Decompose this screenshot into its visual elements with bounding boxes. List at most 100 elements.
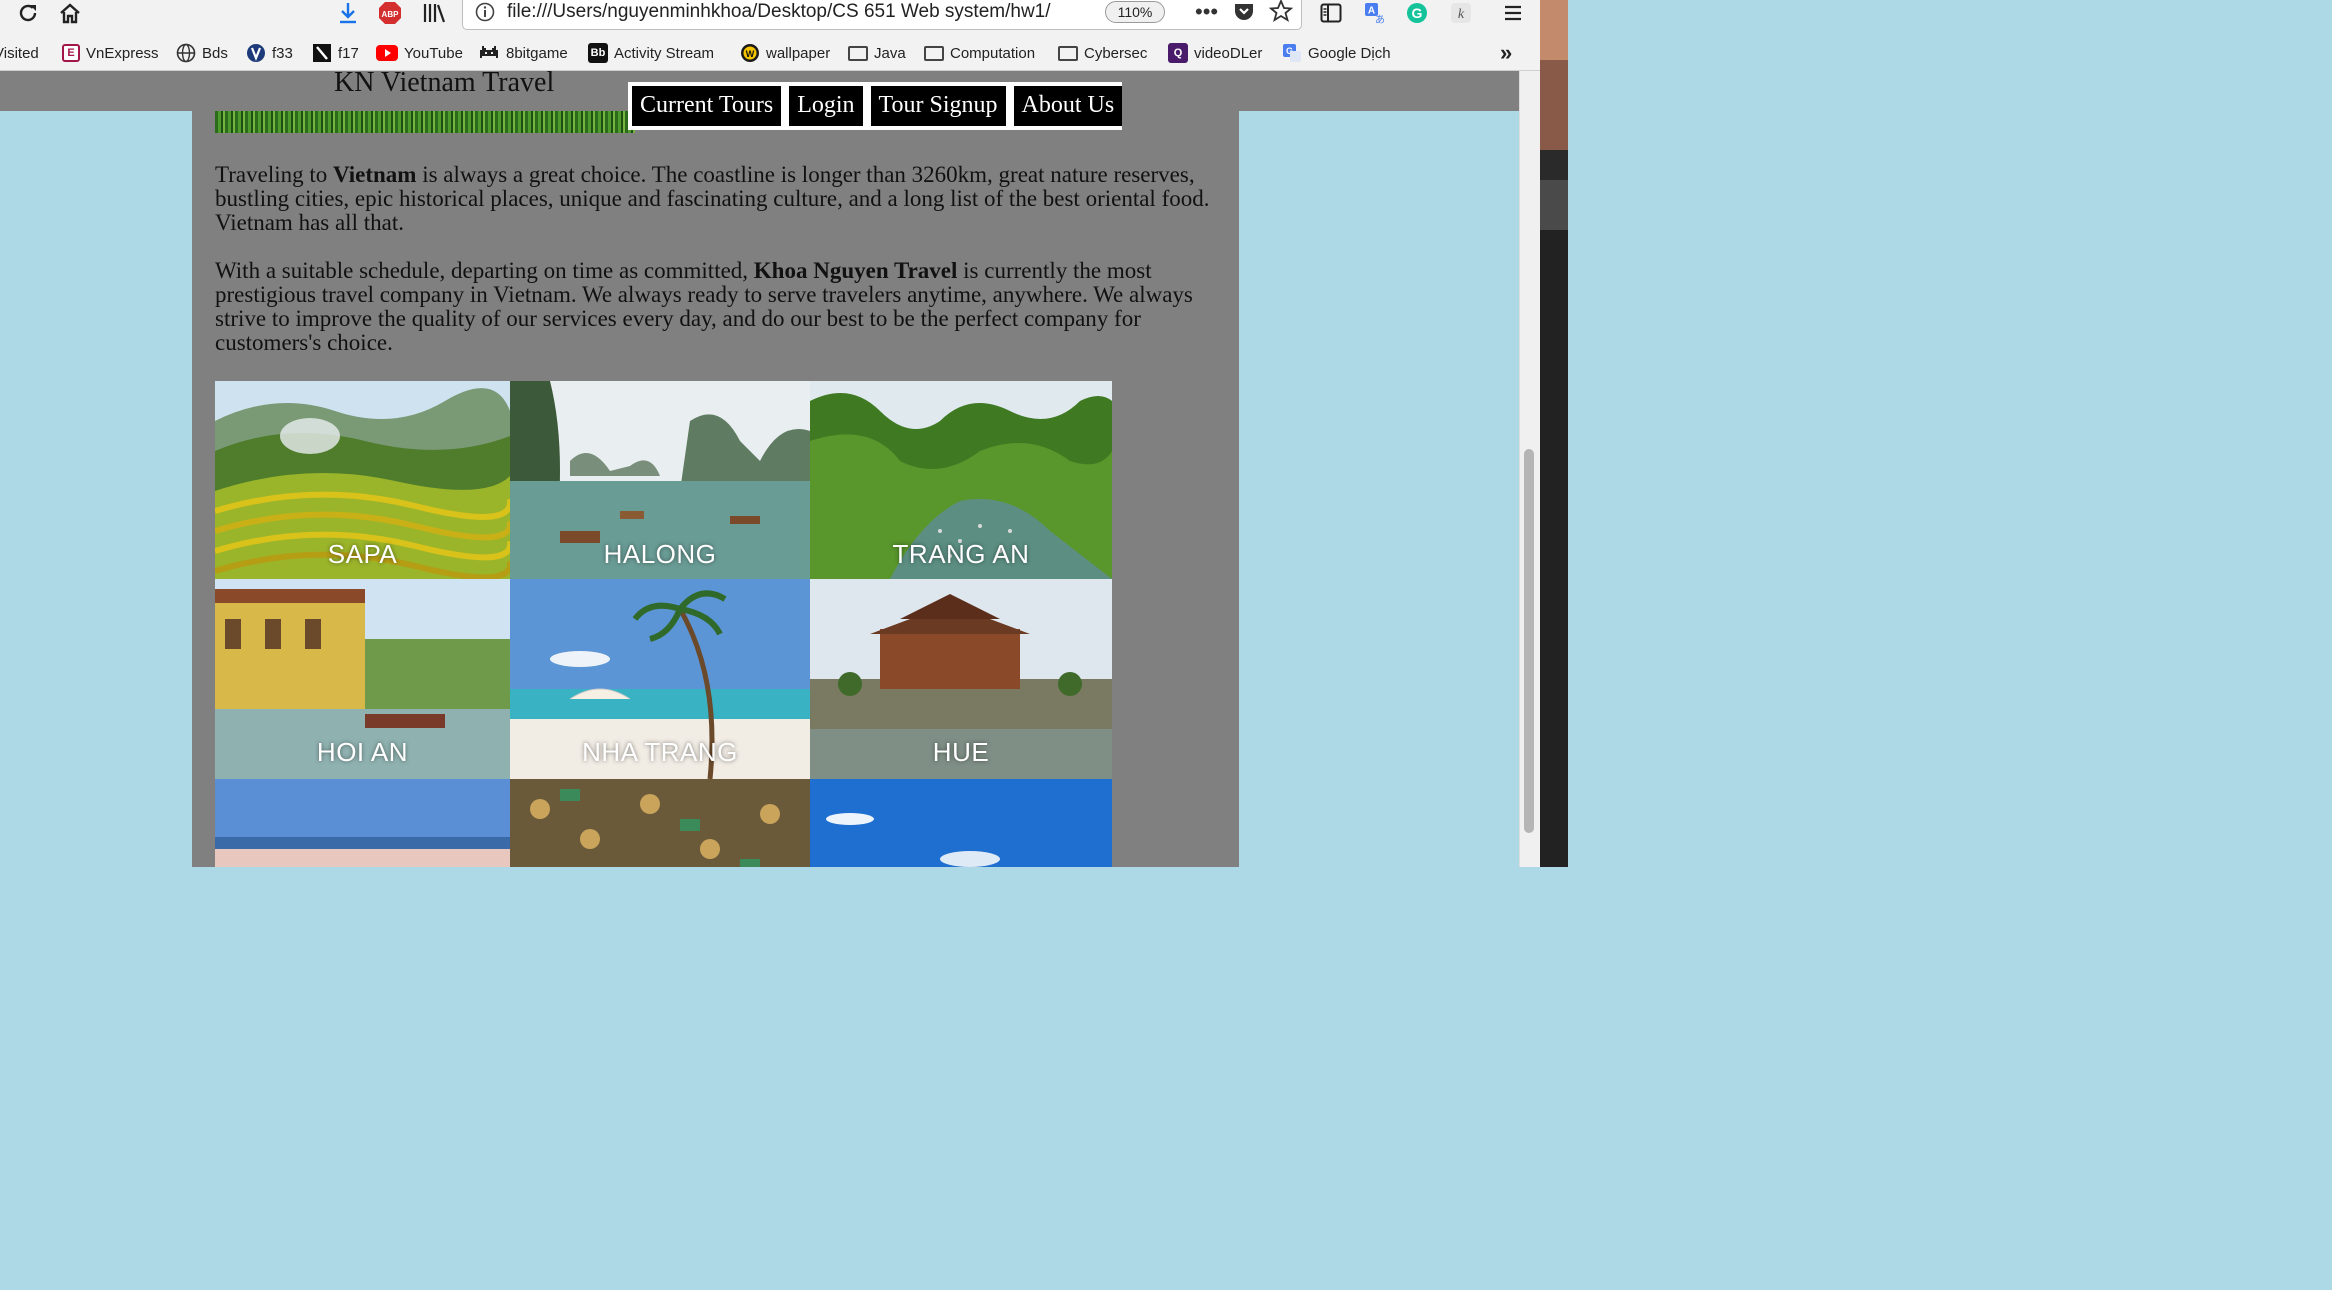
bookmark-label: Activity Stream	[614, 44, 715, 62]
svg-text:ABP: ABP	[382, 10, 400, 19]
folder-icon	[848, 45, 868, 61]
bookmark-java[interactable]: Java	[848, 42, 906, 64]
svg-text:G: G	[1412, 5, 1423, 21]
folder-icon	[924, 45, 944, 61]
bookmarks-bar: Visited E VnExpress Bds f33 f17 YouTube …	[0, 36, 1540, 71]
destination-label: HUE	[932, 737, 990, 767]
nav-login[interactable]: Login	[789, 86, 863, 126]
home-icon[interactable]	[56, 0, 84, 26]
sky-image	[810, 779, 1112, 867]
extension-icon[interactable]: k	[1448, 0, 1474, 26]
banner-image	[215, 111, 635, 133]
nav-current-tours[interactable]: Current Tours	[632, 86, 782, 126]
adblock-icon[interactable]: ABP	[376, 0, 404, 26]
page-actions-icon[interactable]: •••	[1195, 0, 1218, 25]
destination-label: HOI AN	[316, 737, 409, 767]
url-text[interactable]: file:///Users/nguyenminhkhoa/Desktop/CS …	[507, 1, 1067, 23]
beach-image	[215, 779, 510, 867]
bookmark-computation[interactable]: Computation	[924, 42, 1035, 64]
destination-label: NHA TRANG	[582, 737, 738, 767]
globe-icon	[176, 43, 196, 63]
company-bold: Khoa Nguyen Travel	[753, 258, 958, 283]
zoom-indicator[interactable]: 110%	[1105, 1, 1165, 23]
bookmark-label: Bds	[202, 44, 228, 62]
bookmark-label: f33	[272, 44, 293, 62]
destination-label: SAPA	[327, 539, 398, 569]
folder-icon	[1058, 45, 1078, 61]
destination-tile[interactable]	[510, 779, 810, 867]
bookmark-label: Google Dịch	[1308, 44, 1391, 62]
background-window-strip	[1540, 0, 1568, 867]
bookmark-visited[interactable]: Visited	[0, 42, 39, 64]
invader-icon	[480, 46, 498, 58]
pocket-icon[interactable]	[1233, 0, 1255, 27]
info-icon[interactable]	[475, 2, 495, 27]
flag-icon	[313, 44, 331, 62]
bookmark-label: Computation	[950, 44, 1036, 62]
bookmark-label: Visited	[0, 44, 39, 62]
bookmark-bds[interactable]: Bds	[176, 42, 228, 64]
translate-icon: G	[1283, 44, 1301, 62]
intro-text: Traveling to	[215, 162, 333, 187]
address-bar[interactable]: file:///Users/nguyenminhkhoa/Desktop/CS …	[462, 0, 1302, 30]
svg-text:k: k	[1458, 7, 1465, 22]
bookmark-label: wallpaper	[766, 44, 831, 62]
youtube-icon	[376, 45, 398, 61]
main-nav: Current Tours Login Tour Signup About Us	[628, 82, 1123, 130]
page-viewport: KN Vietnam Travel Current Tours Login To…	[0, 71, 1519, 867]
grammarly-icon[interactable]: G	[1404, 0, 1430, 26]
browser-toolbar: ABP file:///Users/nguyenminhkhoa/Desktop…	[0, 0, 1540, 36]
bookmark-label: f17	[338, 44, 359, 62]
nav-about-us[interactable]: About Us	[1013, 86, 1123, 126]
menu-icon[interactable]	[1500, 0, 1526, 26]
company-paragraph: With a suitable schedule, departing on t…	[215, 259, 1217, 355]
destination-tile-sapa[interactable]: SAPA	[215, 381, 510, 579]
bookmark-f17[interactable]: f17	[312, 42, 359, 64]
destination-label: TRANG AN	[892, 539, 1030, 569]
destination-tile-hoi-an[interactable]: HOI AN	[215, 579, 510, 779]
destination-tile-hue[interactable]: HUE	[810, 579, 1112, 779]
bookmark-activity-stream[interactable]: Bb Activity Stream	[588, 42, 714, 64]
library-icon[interactable]	[420, 0, 448, 26]
bb-icon: Bb	[588, 43, 608, 63]
nav-tour-signup[interactable]: Tour Signup	[870, 86, 1006, 126]
v-icon	[247, 44, 265, 62]
bookmark-vnexpress[interactable]: E VnExpress	[62, 42, 159, 64]
bookmark-label: VnExpress	[86, 44, 159, 62]
translate-extension-icon[interactable]: Aあ	[1362, 0, 1388, 26]
bookmark-label: videoDLer	[1194, 44, 1263, 62]
bookmark-youtube[interactable]: YouTube	[376, 42, 463, 64]
bookmark-cybersec[interactable]: Cybersec	[1058, 42, 1147, 64]
w-icon: W	[741, 44, 759, 62]
bookmark-label: Cybersec	[1084, 44, 1148, 62]
bookmark-label: Java	[874, 44, 906, 62]
bookmark-label: 8bitgame	[506, 44, 568, 62]
destination-tile[interactable]	[810, 779, 1112, 867]
intro-bold: Vietnam	[333, 162, 417, 187]
page-scrollbar[interactable]	[1519, 71, 1541, 867]
intro-paragraph: Traveling to Vietnam is always a great c…	[215, 163, 1217, 235]
destination-label: HALONG	[603, 539, 717, 569]
bookmarks-overflow-icon[interactable]: »	[1500, 40, 1512, 65]
bookmark-google-dich[interactable]: G Google Dịch	[1282, 42, 1391, 64]
scrollbar-thumb[interactable]	[1524, 449, 1534, 833]
destination-tile-trang-an[interactable]: TRANG AN	[810, 381, 1112, 579]
bookmark-label: YouTube	[404, 44, 463, 62]
reload-icon[interactable]	[14, 0, 42, 26]
bookmark-f33[interactable]: f33	[246, 42, 293, 64]
bookmark-wallpaper[interactable]: W wallpaper	[740, 42, 830, 64]
bookmark-videodler[interactable]: Q videoDLer	[1168, 42, 1262, 64]
sidebar-icon[interactable]	[1318, 0, 1344, 26]
destination-tile-nha-trang[interactable]: NHA TRANG	[510, 579, 810, 779]
bookmark-8bitgame[interactable]: 8bitgame	[478, 42, 568, 64]
company-text: With a suitable schedule, departing on t…	[215, 258, 754, 283]
floating-market-image	[510, 779, 810, 867]
destination-tile[interactable]	[215, 779, 510, 867]
svg-text:あ: あ	[1375, 14, 1385, 25]
svg-text:W: W	[746, 49, 755, 59]
destination-tile-halong[interactable]: HALONG	[510, 381, 810, 579]
q-icon: Q	[1168, 43, 1188, 63]
download-icon[interactable]	[334, 0, 362, 26]
vnexpress-icon: E	[62, 44, 80, 62]
bookmark-star-icon[interactable]	[1268, 0, 1294, 28]
